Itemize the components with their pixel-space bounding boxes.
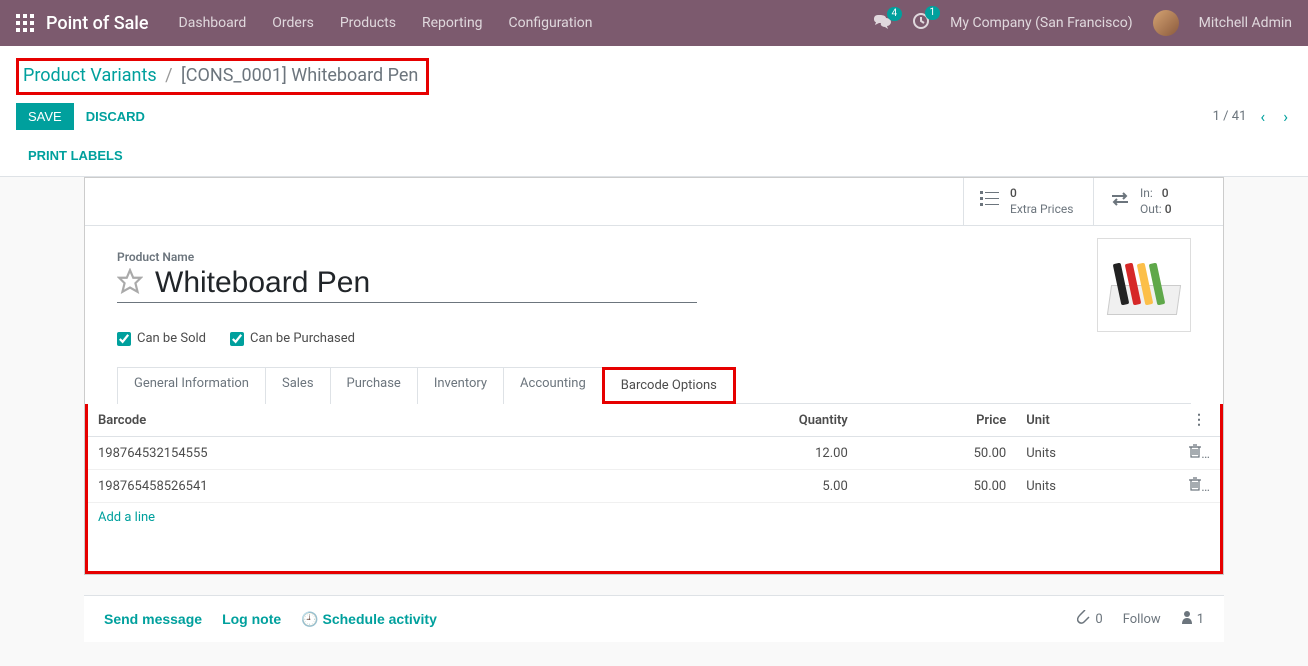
th-price[interactable]: Price <box>858 404 1016 437</box>
attachments[interactable]: 0 <box>1077 610 1102 628</box>
nav-orders[interactable]: Orders <box>272 15 314 31</box>
barcode-table: Barcode Quantity Price Unit ⋮ 1987645321… <box>85 404 1223 574</box>
chat-icon[interactable]: 4 <box>874 13 892 33</box>
stat-in-out[interactable]: In: 0 Out: 0 <box>1093 178 1223 225</box>
table-row[interactable]: 198765458526541 5.00 50.00 Units … <box>88 470 1220 503</box>
can-be-sold-check[interactable]: Can be Sold <box>117 331 206 346</box>
log-note-button[interactable]: Log note <box>222 611 281 627</box>
add-line-label[interactable]: Add a line <box>88 503 1220 533</box>
add-line-row[interactable]: Add a line <box>88 503 1220 533</box>
list-icon <box>980 191 1000 212</box>
pager: 1 / 41 ‹ › <box>1213 107 1292 126</box>
favorite-star-icon[interactable] <box>117 268 143 298</box>
delete-row-icon[interactable]: … <box>1189 447 1210 462</box>
activity-badge: 1 <box>925 6 941 20</box>
chat-badge: 4 <box>887 7 903 21</box>
cell-price[interactable]: 50.00 <box>858 437 1016 470</box>
product-name-input[interactable] <box>155 266 697 300</box>
stat-out-val: 0 <box>1165 202 1172 216</box>
stat-in-val: 0 <box>1162 186 1169 200</box>
user-name[interactable]: Mitchell Admin <box>1199 15 1292 31</box>
send-message-button[interactable]: Send message <box>104 611 202 627</box>
transfer-icon <box>1110 191 1130 212</box>
column-options-icon[interactable]: ⋮ <box>1192 412 1210 428</box>
schedule-activity-button[interactable]: 🕘 Schedule activity <box>301 611 437 628</box>
form-sheet: 0 Extra Prices In: 0 Out: 0 Product Name <box>84 177 1224 575</box>
pager-text[interactable]: 1 / 41 <box>1213 109 1247 124</box>
cell-barcode[interactable]: 198764532154555 <box>88 437 609 470</box>
stat-extra-prices[interactable]: 0 Extra Prices <box>963 178 1093 225</box>
user-avatar[interactable] <box>1153 10 1179 36</box>
apps-icon[interactable] <box>16 14 34 32</box>
tab-inventory[interactable]: Inventory <box>417 367 504 404</box>
table-row[interactable]: 198764532154555 12.00 50.00 Units … <box>88 437 1220 470</box>
breadcrumb-parent[interactable]: Product Variants <box>23 65 157 86</box>
stat-extra-count: 0 <box>1010 186 1073 202</box>
cell-unit[interactable]: Units <box>1016 470 1174 503</box>
save-button[interactable]: SAVE <box>16 103 74 130</box>
cell-barcode[interactable]: 198765458526541 <box>88 470 609 503</box>
company-name[interactable]: My Company (San Francisco) <box>950 15 1132 31</box>
can-be-purchased-check[interactable]: Can be Purchased <box>230 331 355 346</box>
tab-accounting[interactable]: Accounting <box>503 367 603 404</box>
chatter-bar: Send message Log note 🕘 Schedule activit… <box>84 595 1224 642</box>
cell-unit[interactable]: Units <box>1016 437 1174 470</box>
attachment-icon <box>1077 610 1091 628</box>
cell-qty[interactable]: 5.00 <box>609 470 858 503</box>
breadcrumb-sep: / <box>165 65 172 86</box>
tab-purchase[interactable]: Purchase <box>330 367 418 404</box>
nav-products[interactable]: Products <box>340 15 396 31</box>
tab-general-information[interactable]: General Information <box>117 367 266 404</box>
cell-price[interactable]: 50.00 <box>858 470 1016 503</box>
person-icon <box>1181 610 1193 628</box>
app-name[interactable]: Point of Sale <box>46 13 149 34</box>
nav-links: Dashboard Orders Products Reporting Conf… <box>179 15 593 31</box>
print-labels-button[interactable]: PRINT LABELS <box>28 148 123 163</box>
product-image[interactable] <box>1097 238 1191 332</box>
delete-row-icon[interactable]: … <box>1189 480 1210 495</box>
stat-in-label: In: <box>1140 186 1153 200</box>
discard-button[interactable]: DISCARD <box>86 109 145 124</box>
top-navbar: Point of Sale Dashboard Orders Products … <box>0 0 1308 46</box>
can-be-sold-label: Can be Sold <box>137 331 206 346</box>
tab-sales[interactable]: Sales <box>265 367 331 404</box>
stat-out-label: Out: <box>1140 202 1162 216</box>
th-unit[interactable]: Unit <box>1016 404 1174 437</box>
activity-icon[interactable]: 1 <box>912 12 930 34</box>
followers[interactable]: 1 <box>1181 610 1204 628</box>
stat-extra-label: Extra Prices <box>1010 202 1073 218</box>
pager-prev-icon[interactable]: ‹ <box>1256 107 1269 126</box>
nav-dashboard[interactable]: Dashboard <box>179 15 247 31</box>
can-be-purchased-checkbox[interactable] <box>230 332 244 346</box>
nav-reporting[interactable]: Reporting <box>422 15 483 31</box>
nav-configuration[interactable]: Configuration <box>509 15 593 31</box>
clock-icon: 🕘 <box>301 611 318 627</box>
can-be-purchased-label: Can be Purchased <box>250 331 355 346</box>
cell-qty[interactable]: 12.00 <box>609 437 858 470</box>
breadcrumb-current: [CONS_0001] Whiteboard Pen <box>181 65 418 86</box>
th-barcode[interactable]: Barcode <box>88 404 609 437</box>
product-name-label: Product Name <box>117 250 1191 264</box>
breadcrumb: Product Variants / [CONS_0001] Whiteboar… <box>16 58 429 95</box>
pager-next-icon[interactable]: › <box>1279 107 1292 126</box>
follow-button[interactable]: Follow <box>1123 612 1161 627</box>
tabs: General Information Sales Purchase Inven… <box>117 366 1191 404</box>
can-be-sold-checkbox[interactable] <box>117 332 131 346</box>
th-quantity[interactable]: Quantity <box>609 404 858 437</box>
tab-barcode-options[interactable]: Barcode Options <box>602 367 736 404</box>
